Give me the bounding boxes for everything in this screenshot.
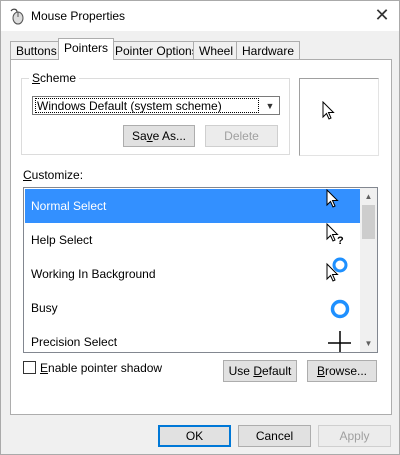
- close-icon: ✕: [374, 5, 390, 25]
- customize-label: Customize:: [23, 168, 84, 182]
- arrow-pointer-icon: [322, 101, 335, 120]
- mouse-properties-window: Mouse Properties ✕ Buttons Pointers Poin…: [0, 0, 400, 455]
- save-as-button[interactable]: Save As...: [123, 125, 195, 147]
- working-pointer-icon: [326, 257, 348, 282]
- mouse-icon: [10, 8, 24, 25]
- list-item[interactable]: Precision Select: [25, 325, 361, 352]
- scroll-up-icon[interactable]: ▲: [360, 188, 377, 205]
- tab-pointers[interactable]: Pointers: [58, 38, 115, 60]
- scroll-down-icon[interactable]: ▼: [360, 335, 377, 352]
- enable-pointer-shadow-label[interactable]: Enable pointer shadow: [40, 361, 162, 375]
- pointer-preview: [299, 78, 379, 156]
- chevron-down-icon[interactable]: ▼: [263, 99, 277, 113]
- tab-hardware[interactable]: Hardware: [236, 41, 301, 60]
- tab-pointer-options[interactable]: Pointer Options: [109, 41, 204, 60]
- list-item[interactable]: Normal Select: [25, 189, 361, 223]
- list-item[interactable]: Working In Background: [25, 257, 361, 291]
- arrow-pointer-icon: [326, 189, 339, 208]
- tab-wheel[interactable]: Wheel: [193, 41, 240, 60]
- svg-text:?: ?: [337, 235, 344, 247]
- list-item[interactable]: Busy: [25, 291, 361, 325]
- list-item[interactable]: Help Select ?: [25, 223, 361, 257]
- close-button[interactable]: ✕: [365, 1, 399, 31]
- ok-button[interactable]: OK: [158, 425, 231, 447]
- title-bar: Mouse Properties ✕: [1, 1, 399, 31]
- scroll-thumb[interactable]: [362, 205, 375, 239]
- delete-button[interactable]: Delete: [205, 125, 278, 147]
- pointer-list[interactable]: Normal Select Help Select ? Working In B…: [23, 187, 378, 353]
- busy-pointer-icon: [330, 299, 350, 319]
- use-default-button[interactable]: Use Default: [223, 360, 297, 382]
- help-pointer-icon: ?: [326, 223, 344, 247]
- scheme-label: Scheme: [29, 71, 80, 85]
- crosshair-pointer-icon: [328, 331, 351, 352]
- enable-pointer-shadow-checkbox[interactable]: [23, 361, 36, 374]
- browse-button[interactable]: Browse...: [307, 360, 377, 382]
- apply-button[interactable]: Apply: [318, 425, 391, 447]
- scheme-dropdown-value: Windows Default (system scheme): [35, 98, 259, 113]
- scheme-dropdown[interactable]: Windows Default (system scheme) ▼: [32, 96, 280, 115]
- tab-buttons[interactable]: Buttons: [10, 41, 63, 60]
- list-scrollbar[interactable]: ▲ ▼: [360, 188, 377, 352]
- window-title: Mouse Properties: [31, 9, 126, 23]
- cancel-button[interactable]: Cancel: [238, 425, 311, 447]
